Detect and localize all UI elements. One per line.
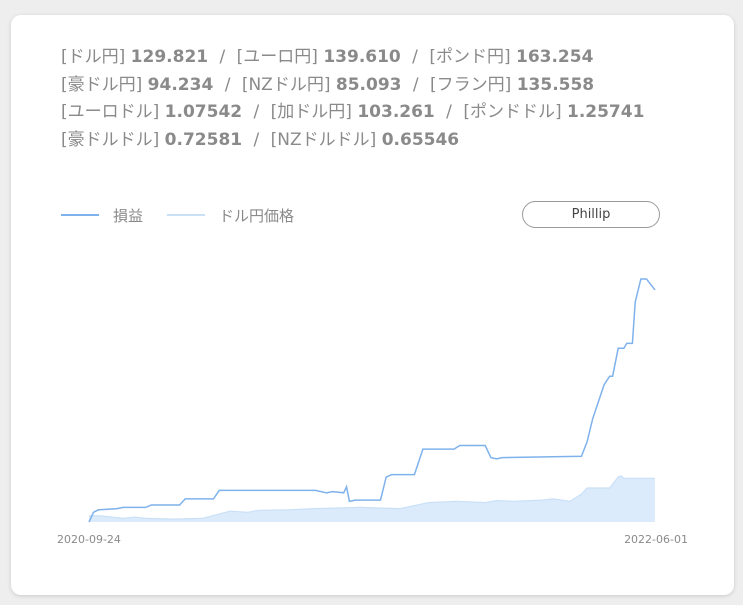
x-tick-end: 2022-06-01 xyxy=(624,533,688,546)
price-area-fill xyxy=(89,475,655,522)
x-tick-start: 2020-09-24 xyxy=(57,533,121,546)
pnl-chart: 2020-09-24 2022-06-01 xyxy=(57,278,688,546)
pnl-series-line xyxy=(88,278,656,523)
